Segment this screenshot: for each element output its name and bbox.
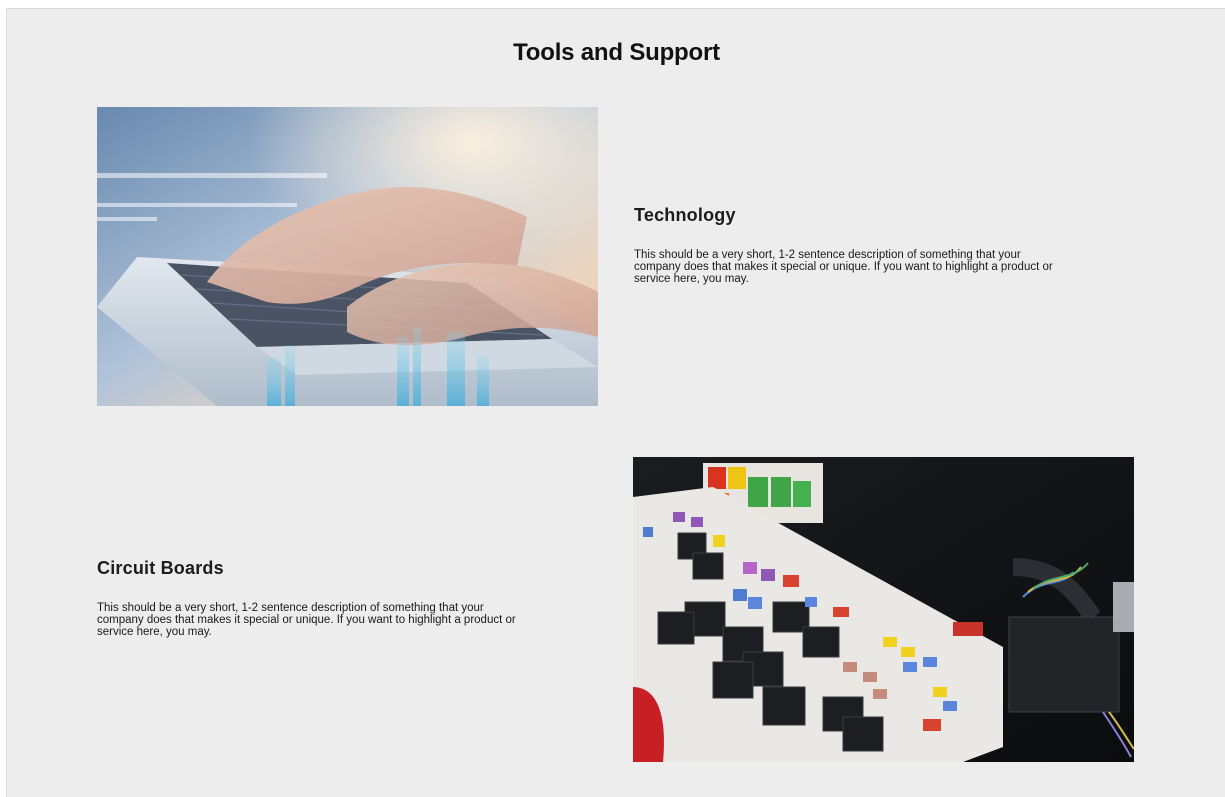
feature-heading-technology: Technology <box>634 205 736 225</box>
feature-heading-circuit-boards: Circuit Boards <box>97 558 224 578</box>
feature-description-technology: This should be a very short, 1-2 sentenc… <box>634 249 1053 285</box>
laptop-typing-photo <box>97 107 598 406</box>
fuse-box-photo <box>633 457 1134 762</box>
feature-description-circuit-boards: This should be a very short, 1-2 sentenc… <box>97 602 516 638</box>
page-title: Tools and Support <box>513 39 720 66</box>
tools-support-section: Tools and Support Technology This should… <box>6 8 1225 797</box>
